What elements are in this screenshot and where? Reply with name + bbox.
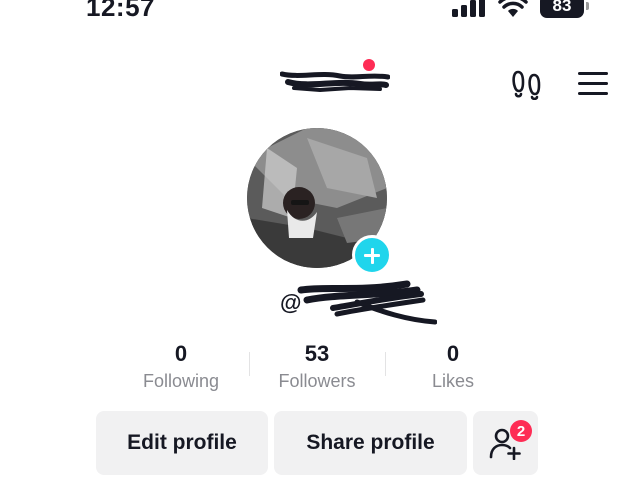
notification-dot	[363, 59, 375, 71]
battery-indicator: 83	[540, 0, 589, 18]
hamburger-menu-icon[interactable]	[578, 72, 608, 96]
stat-divider	[385, 352, 386, 376]
followers-count: 53	[304, 341, 330, 366]
edit-profile-button[interactable]: Edit profile	[96, 411, 268, 475]
likes-label: Likes	[431, 371, 475, 391]
following-label: Following	[142, 371, 220, 391]
add-friends-badge: 2	[510, 420, 532, 442]
stat-followers[interactable]: 53 Followers	[252, 340, 382, 394]
stat-likes[interactable]: 0 Likes	[388, 340, 518, 394]
status-time: 12:57	[86, 0, 155, 22]
status-icons: 83	[452, 0, 589, 18]
username-redacted[interactable]	[280, 68, 390, 94]
following-count: 0	[174, 341, 188, 366]
handle-redacted	[297, 280, 438, 325]
profile-handle: @	[280, 280, 438, 325]
share-profile-button[interactable]: Share profile	[274, 411, 467, 475]
stat-divider	[249, 352, 250, 376]
stat-following[interactable]: 0 Following	[116, 340, 246, 394]
cellular-signal-icon	[452, 0, 485, 17]
footprints-icon[interactable]	[510, 66, 544, 100]
wifi-icon	[498, 0, 528, 17]
followers-label: Followers	[278, 371, 356, 391]
add-friends-button[interactable]	[473, 411, 538, 475]
likes-count: 0	[446, 341, 460, 366]
add-avatar-button[interactable]	[352, 235, 392, 275]
